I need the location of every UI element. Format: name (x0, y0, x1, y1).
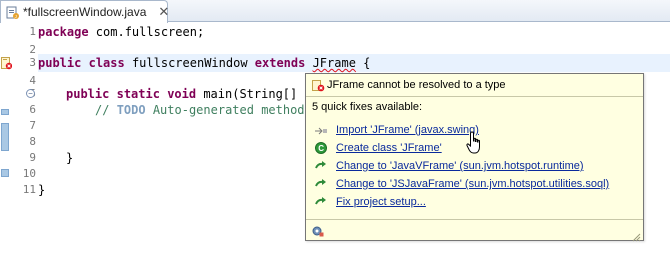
java-file-icon: J (6, 6, 19, 19)
code-line-1: package com.fullscreen; (38, 25, 205, 39)
fold-collapse-icon[interactable]: − (26, 89, 35, 98)
quick-fix-item[interactable]: Fix project setup... (314, 194, 426, 210)
code-editor[interactable]: 1 2 3 4 5 6 7 8 9 10 11 − package com.fu… (0, 23, 670, 258)
code-line-3: public class fullscreenWindow extends JF… (38, 56, 371, 70)
line-number: 1 (29, 25, 36, 38)
editor-tab-bar: J *fullscreenWindow.java ✕ (0, 0, 670, 23)
quick-fix-item[interactable]: C Create class 'JFrame' (314, 140, 442, 156)
quick-fix-count: 5 quick fixes available: (312, 101, 423, 113)
error-token[interactable]: JFrame (313, 56, 356, 70)
quick-fix-link[interactable]: Change to 'JavaVFrame' (sun.jvm.hotspot.… (336, 160, 584, 172)
code-line-8: } (66, 151, 74, 165)
code-line-6: // TODO Auto-generated method (95, 103, 305, 117)
line-number: 3 (29, 56, 36, 69)
code-line-10: } (38, 183, 46, 197)
change-bar (1, 109, 9, 115)
quick-fix-link[interactable]: Change to 'JSJavaFrame' (sun.jvm.hotspot… (336, 178, 609, 190)
hand-pointer-icon (466, 131, 484, 157)
change-bar (1, 123, 9, 151)
hover-header: JFrame cannot be resolved to a type (306, 74, 643, 96)
tab-label: *fullscreenWindow.java (23, 5, 147, 19)
svg-text:J: J (15, 14, 17, 19)
divider (306, 219, 643, 220)
line-number: 11 (22, 183, 36, 196)
error-icon (312, 79, 325, 92)
svg-text:C: C (318, 144, 324, 153)
annotation-ruler (0, 23, 13, 258)
change-arrow-icon (314, 177, 328, 191)
import-icon (314, 123, 328, 137)
quick-fix-item[interactable]: Change to 'JavaVFrame' (sun.jvm.hotspot.… (314, 158, 584, 174)
quick-fix-item[interactable]: Import 'JFrame' (javax.swing) (314, 122, 479, 138)
resize-grip-icon[interactable] (632, 229, 641, 242)
divider (306, 96, 643, 97)
settings-icon[interactable] (311, 224, 325, 238)
line-number-gutter: 1 2 3 4 5 6 7 8 9 10 11 (12, 23, 36, 258)
quick-fix-link[interactable]: Fix project setup... (336, 196, 426, 208)
quick-fix-link[interactable]: Import 'JFrame' (javax.swing) (336, 124, 479, 136)
close-icon[interactable]: ✕ (158, 5, 169, 18)
change-arrow-icon (314, 159, 328, 173)
change-arrow-icon (314, 195, 328, 209)
editor-tab[interactable]: J *fullscreenWindow.java ✕ (0, 0, 169, 23)
error-message: JFrame cannot be resolved to a type (327, 79, 506, 91)
quick-fix-link[interactable]: Create class 'JFrame' (336, 142, 442, 154)
create-class-icon: C (314, 141, 328, 155)
quick-fix-item[interactable]: Change to 'JSJavaFrame' (sun.jvm.hotspot… (314, 176, 609, 192)
change-bar (1, 169, 9, 177)
